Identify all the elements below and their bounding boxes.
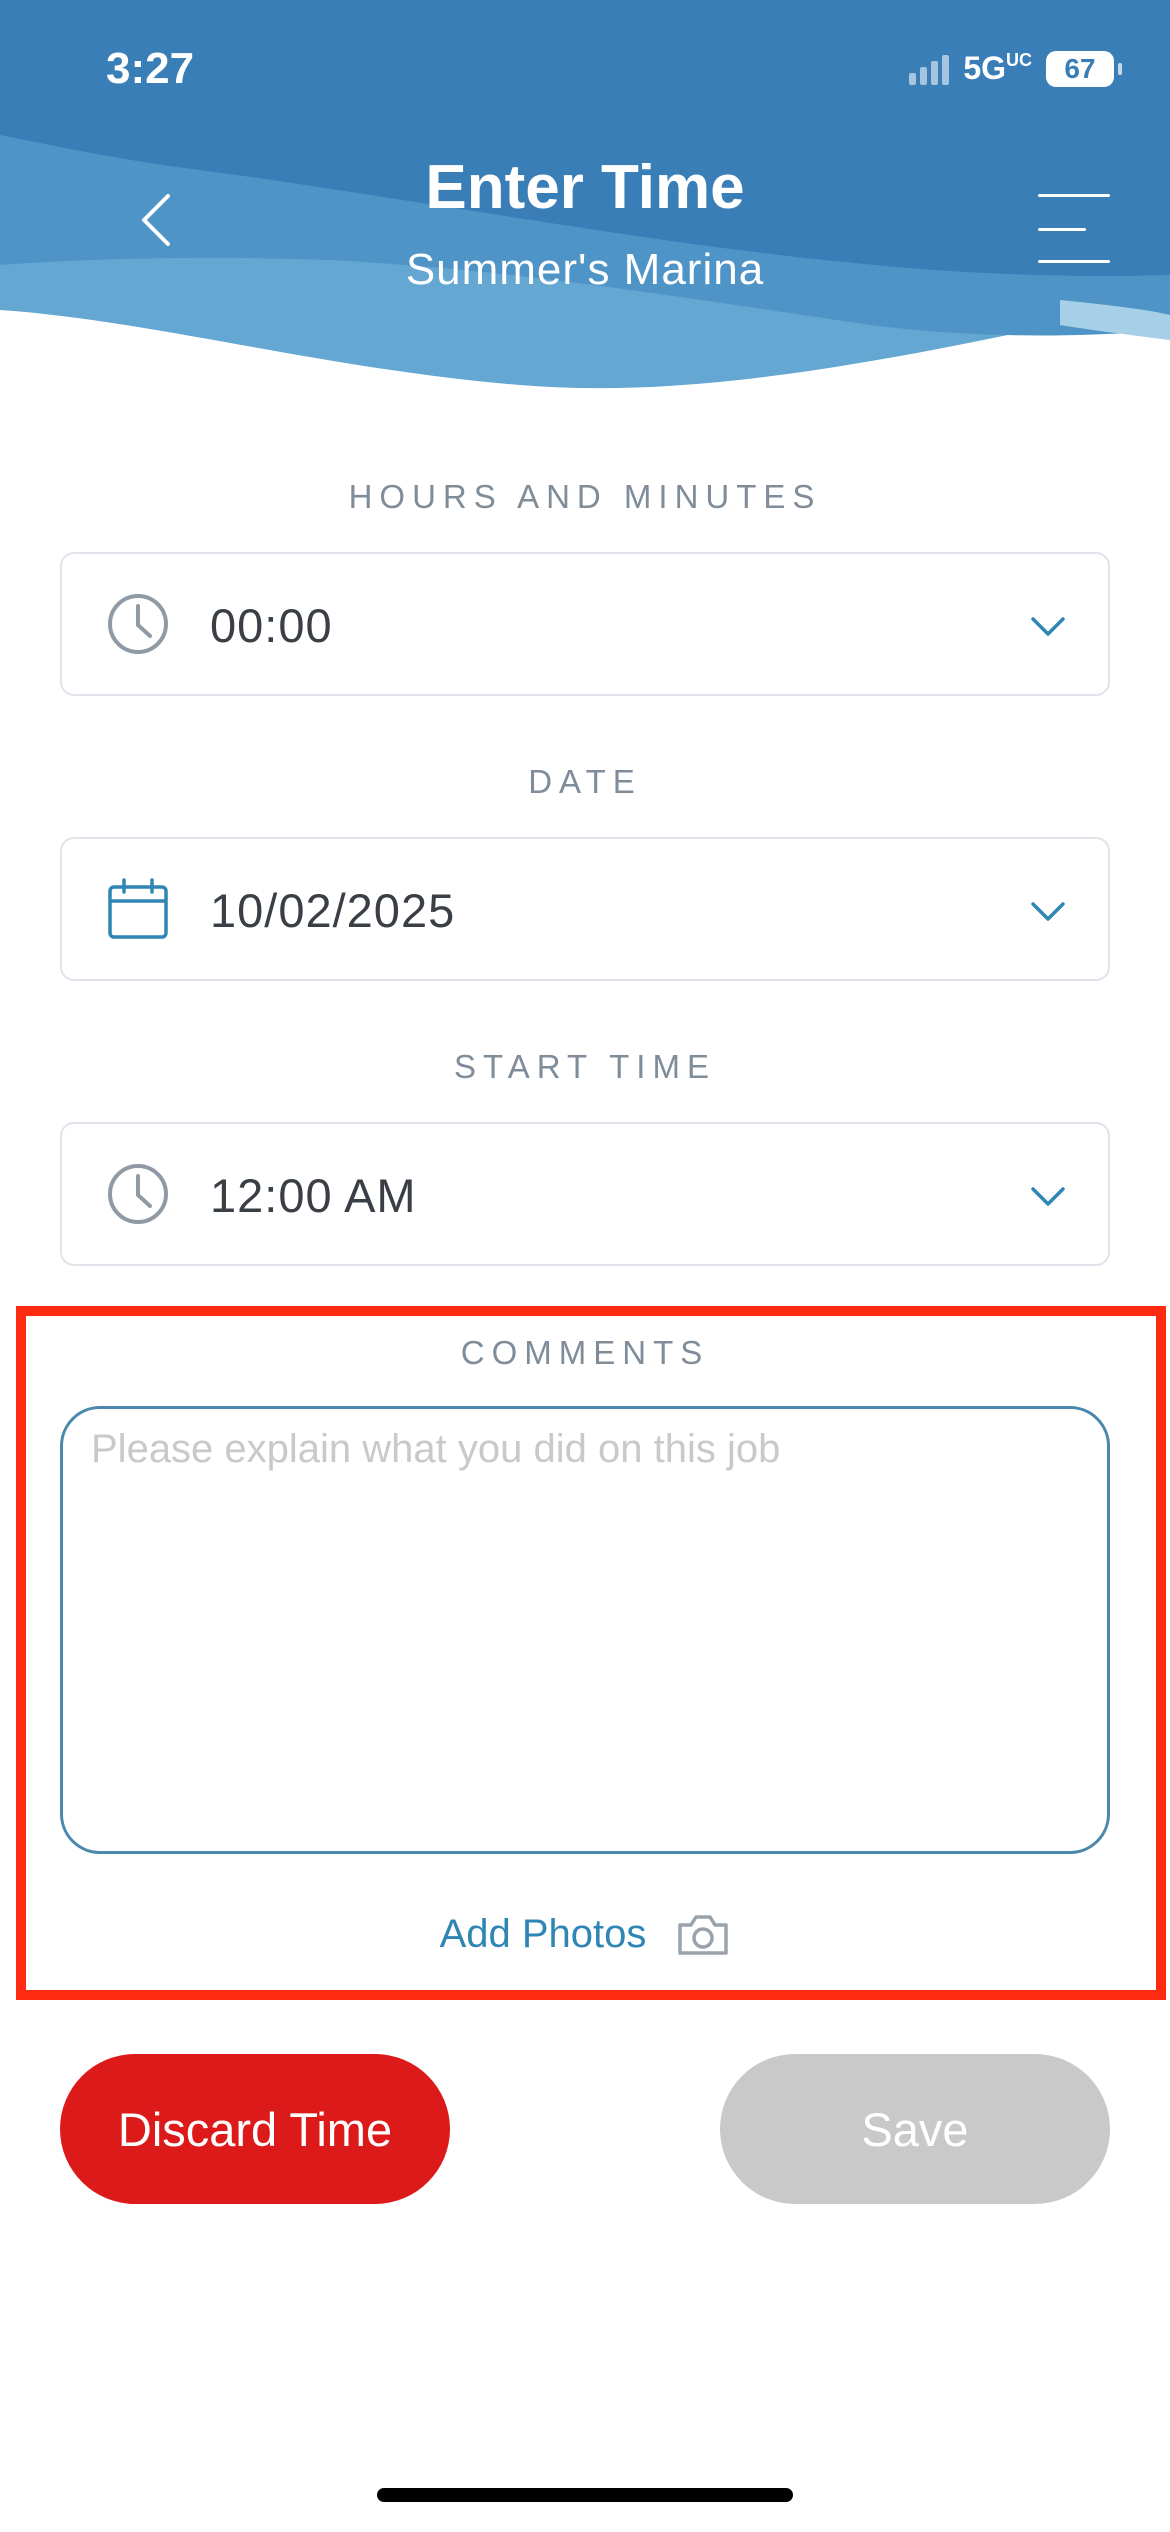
battery-icon: 67 — [1046, 50, 1122, 87]
status-indicators: 5GUC 67 — [909, 50, 1122, 87]
hours-value: 00:00 — [210, 599, 333, 652]
page-title: Enter Time — [425, 153, 745, 222]
comments-box[interactable] — [60, 1406, 1110, 1854]
start-time-label: START TIME — [454, 1048, 716, 1085]
menu-button[interactable] — [1038, 194, 1110, 266]
home-indicator[interactable] — [377, 2488, 793, 2502]
clock-icon — [108, 594, 168, 654]
date-label: DATE — [528, 763, 642, 800]
date-select[interactable]: 10/02/2025 — [60, 837, 1110, 981]
start-time-select[interactable]: 12:00 AM — [60, 1122, 1110, 1266]
chevron-down-icon — [1031, 1187, 1065, 1206]
network-suffix: UC — [1006, 50, 1032, 70]
header: 3:27 5GUC 67 Enter Time Summer's Marina — [0, 0, 1170, 400]
network-label: 5GUC — [963, 50, 1032, 86]
hours-label: HOURS AND MINUTES — [348, 478, 822, 515]
add-photos-button[interactable]: Add Photos — [0, 1912, 1170, 1957]
chevron-down-icon — [1031, 902, 1065, 921]
discard-time-button[interactable]: Discard Time — [60, 2054, 450, 2204]
signal-icon — [909, 53, 950, 85]
add-photos-label: Add Photos — [439, 1912, 647, 1956]
clock-icon — [108, 1164, 168, 1224]
save-button[interactable]: Save — [720, 2054, 1110, 2204]
date-value: 10/02/2025 — [210, 884, 456, 937]
hours-minutes-select[interactable]: 00:00 — [60, 552, 1110, 696]
camera-icon — [678, 1914, 729, 1955]
page-subtitle: Summer's Marina — [405, 245, 765, 294]
status-time: 3:27 — [106, 44, 195, 93]
calendar-icon — [108, 878, 168, 939]
comments-input[interactable] — [91, 1427, 1079, 1833]
comments-label: COMMENTS — [460, 1334, 710, 1371]
start-time-value: 12:00 AM — [210, 1169, 417, 1222]
chevron-down-icon — [1031, 617, 1065, 636]
